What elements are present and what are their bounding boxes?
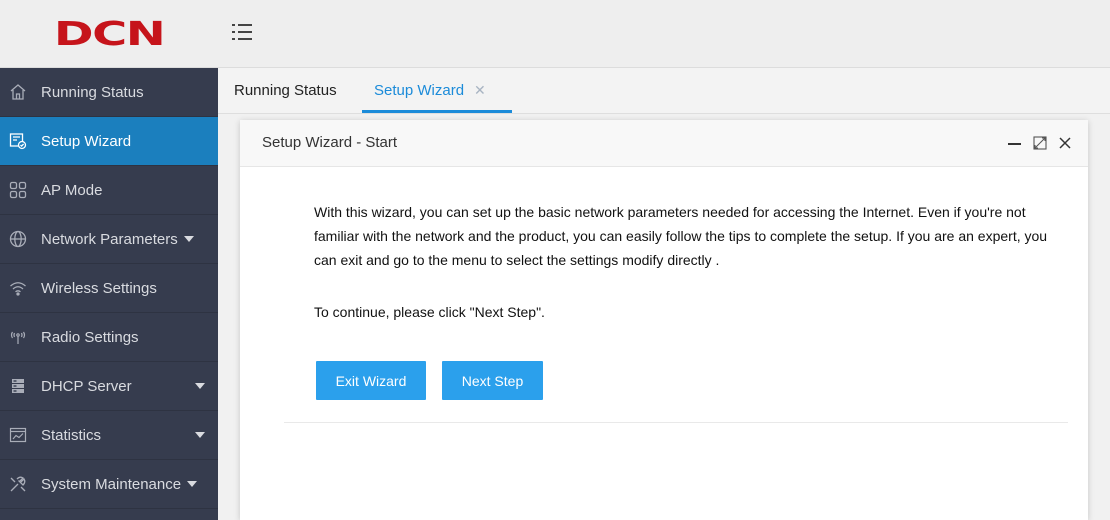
sidebar-item-label: Network Parameters	[41, 230, 178, 248]
setup-wizard-dialog: Setup Wizard - Start With this wizard, y…	[240, 120, 1088, 520]
dialog-header: Setup Wizard - Start	[240, 120, 1088, 167]
sidebar-item-label: AP Mode	[41, 181, 103, 199]
wizard-description: With this wizard, you can set up the bas…	[314, 204, 1048, 268]
sidebar-item-label: Radio Settings	[41, 328, 139, 346]
sidebar-item-ap-mode[interactable]: AP Mode	[0, 166, 218, 215]
sidebar-item-setup-wizard[interactable]: Setup Wizard	[0, 117, 218, 166]
logo: DCN	[53, 14, 166, 53]
sidebar-item-statistics[interactable]: Statistics	[0, 411, 218, 460]
sidebar-item-system-maintenance[interactable]: System Maintenance	[0, 460, 218, 509]
radio-icon	[9, 328, 27, 346]
tab-bar: Running Status Setup Wizard ✕	[218, 68, 1110, 114]
divider	[284, 422, 1068, 423]
tab-setup-wizard[interactable]: Setup Wizard ✕	[374, 68, 486, 113]
exit-wizard-button[interactable]: Exit Wizard	[316, 361, 426, 400]
minimize-icon[interactable]	[1006, 134, 1024, 152]
wifi-icon	[9, 279, 27, 297]
chevron-down-icon	[195, 383, 205, 389]
sidebar-item-label: Statistics	[41, 426, 102, 444]
dialog-title: Setup Wizard - Start	[262, 134, 398, 151]
sidebar-item-label: System Maintenance	[41, 475, 182, 493]
sidebar-item-label: DHCP Server	[41, 377, 132, 395]
tab-label: Setup Wizard	[374, 82, 465, 99]
sidebar-item-wireless-settings[interactable]: Wireless Settings	[0, 264, 218, 313]
grid-icon	[9, 181, 27, 199]
wizard-icon	[9, 132, 27, 150]
tools-icon	[9, 475, 27, 493]
sidebar-item-radio-settings[interactable]: Radio Settings	[0, 313, 218, 362]
home-icon	[9, 83, 27, 101]
active-tab-indicator	[362, 110, 512, 113]
sidebar-item-dhcp-server[interactable]: DHCP Server	[0, 362, 218, 411]
logo-area: DCN	[0, 0, 218, 68]
tab-label: Running Status	[234, 82, 337, 99]
menu-toggle-icon[interactable]	[232, 22, 254, 42]
sidebar-item-running-status[interactable]: Running Status	[0, 68, 218, 117]
close-icon[interactable]	[1056, 134, 1074, 152]
chevron-down-icon	[183, 236, 194, 242]
next-step-button[interactable]: Next Step	[442, 361, 543, 400]
sidebar-item-network-parameters[interactable]: Network Parameters	[0, 215, 218, 264]
top-bar	[218, 0, 1110, 68]
sidebar-nav: Running Status Setup Wizard AP Mode Netw…	[0, 68, 218, 509]
server-icon	[9, 377, 27, 395]
continue-instruction: To continue, please click "Next Step".	[314, 304, 545, 320]
sidebar: DCN Running Status Setup Wizard AP Mode …	[0, 0, 218, 520]
chevron-down-icon	[187, 481, 198, 487]
maximize-icon[interactable]	[1031, 134, 1049, 152]
close-icon[interactable]: ✕	[474, 82, 486, 99]
sidebar-item-label: Wireless Settings	[41, 279, 157, 297]
sidebar-item-label: Setup Wizard	[41, 132, 132, 150]
chart-icon	[9, 426, 27, 444]
dialog-body: With this wizard, you can set up the bas…	[314, 200, 1064, 320]
globe-icon	[9, 230, 27, 248]
chevron-down-icon	[195, 432, 205, 438]
sidebar-item-label: Running Status	[41, 83, 144, 101]
tab-running-status[interactable]: Running Status	[234, 68, 337, 113]
